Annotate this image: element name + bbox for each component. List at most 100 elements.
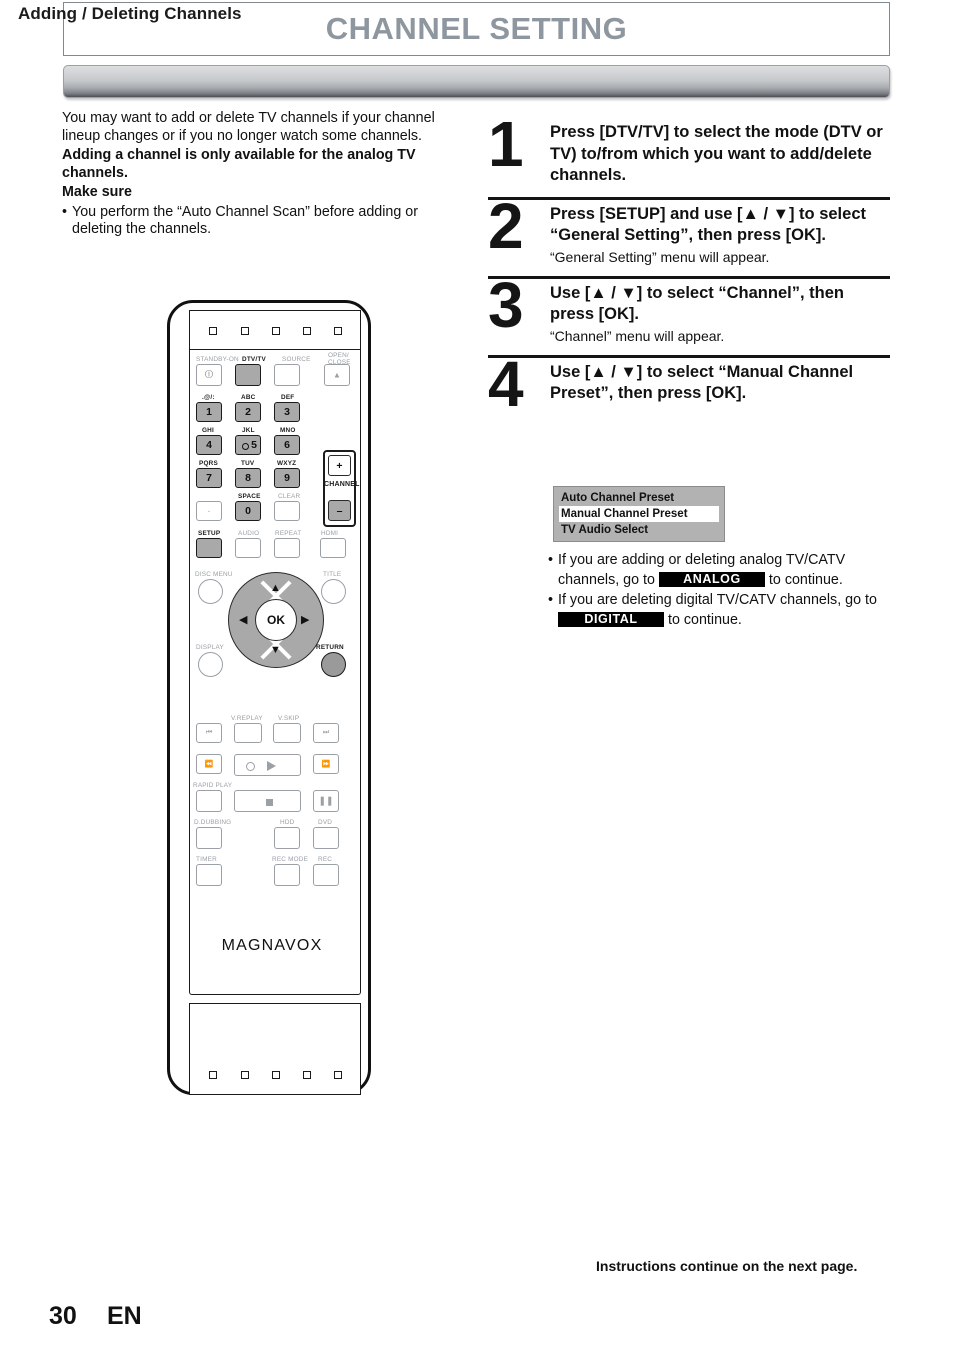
bullet-dot: •	[62, 203, 68, 220]
digital-bullet: • If you are deleting digital TV/CATV ch…	[548, 591, 898, 630]
osd-row-auto-channel-preset: Auto Channel Preset	[561, 492, 675, 504]
open-close-button[interactable]: ▲	[324, 364, 350, 386]
key-7-digit: 7	[206, 472, 212, 484]
key-5-digit: 5	[251, 439, 257, 451]
play-button[interactable]	[234, 754, 301, 776]
section-header-bar	[63, 65, 890, 98]
key-7-sublabel: PQRS	[199, 460, 218, 467]
key-dot-glyph: ·	[207, 505, 211, 517]
cursor-right-icon[interactable]: ▶	[301, 615, 309, 626]
return-button[interactable]	[321, 652, 346, 677]
analog-tag: ANALOG	[658, 571, 765, 587]
key-2-button[interactable]: 2	[235, 402, 261, 422]
key-3-button[interactable]: 3	[274, 402, 300, 422]
key-1-button[interactable]: 1	[196, 402, 222, 422]
fast-forward-icon: ⏩	[321, 761, 331, 768]
channel-label: CHANNEL	[324, 481, 360, 488]
key-5-button[interactable]: 5	[235, 435, 261, 455]
make-sure-bullet: • You perform the “Auto Channel Scan” be…	[62, 204, 462, 239]
top-indicator-1	[209, 327, 217, 335]
prev-track-button[interactable]: ⏮	[196, 723, 222, 743]
key-8-button[interactable]: 8	[235, 468, 261, 488]
bottom-indicator-4	[303, 1071, 311, 1079]
bottom-indicator-1	[209, 1071, 217, 1079]
digital-bullet-pre: If you are deleting digital TV/CATV chan…	[558, 592, 877, 608]
rec-mode-button[interactable]	[274, 864, 300, 886]
disc-menu-button[interactable]	[198, 579, 223, 604]
mode-bullets: • If you are adding or deleting analog T…	[548, 550, 898, 630]
key-9-button[interactable]: 9	[274, 468, 300, 488]
key-4-button[interactable]: 4	[196, 435, 222, 455]
page-number: 30	[49, 1302, 77, 1330]
cursor-down-icon[interactable]: ▼	[270, 645, 281, 656]
open-close-label-line1: OPEN/	[328, 352, 349, 359]
pause-button[interactable]: ❚❚	[313, 790, 339, 812]
top-indicator-3	[272, 327, 280, 335]
stop-button[interactable]	[234, 790, 301, 812]
hdmi-label: HDMI	[321, 530, 339, 537]
cursor-up-icon[interactable]: ▲	[270, 583, 281, 594]
title-label: TITLE	[323, 571, 342, 578]
step-1-number: 1	[488, 108, 524, 180]
repeat-button[interactable]	[274, 538, 300, 558]
v-skip-button[interactable]	[273, 723, 301, 743]
key-6-button[interactable]: 6	[274, 435, 300, 455]
bottom-indicator-2	[241, 1071, 249, 1079]
dtv-tv-label: DTV/TV	[242, 356, 266, 363]
hdd-button[interactable]	[274, 827, 300, 849]
step-3-heading: Use [▲ / ▼] to select “Channel”, then pr…	[550, 283, 844, 324]
rapid-play-label: RAPID PLAY	[193, 782, 233, 789]
standby-on-button[interactable]: ⏼	[196, 364, 222, 386]
rapid-play-button[interactable]	[196, 790, 222, 812]
timer-button[interactable]	[196, 864, 222, 886]
key-8-sublabel: TUV	[241, 460, 255, 467]
remote-control-illustration: STANDBY-ON DTV/TV SOURCE OPEN/ CLOSE ⏼ ▲…	[165, 296, 377, 1101]
audio-button[interactable]	[235, 538, 261, 558]
rec-mode-label: REC MODE	[272, 856, 309, 863]
stop-icon	[266, 799, 273, 806]
key-2-sublabel: ABC	[241, 394, 256, 401]
cursor-left-icon[interactable]: ◀	[239, 615, 247, 626]
display-button[interactable]	[198, 652, 223, 677]
title-button[interactable]	[321, 579, 346, 604]
key-0-button[interactable]: 0	[235, 501, 261, 521]
step-1-heading: Press [DTV/TV] to select the mode (DTV o…	[550, 123, 883, 184]
channel-down-button[interactable]: –	[328, 500, 351, 521]
rec-button[interactable]	[313, 864, 339, 886]
hdmi-button[interactable]	[320, 538, 346, 558]
channel-up-button[interactable]: +	[328, 455, 351, 476]
bullet-dot: •	[548, 592, 554, 608]
step-3-note: “Channel” menu will appear.	[550, 327, 725, 344]
key-4-digit: 4	[206, 439, 212, 451]
rewind-button[interactable]: ⏪	[196, 754, 222, 774]
key-dot-button[interactable]: ·	[196, 501, 222, 521]
key-6-digit: 6	[284, 439, 290, 451]
step-3-number: 3	[488, 268, 524, 341]
key-9-digit: 9	[284, 472, 290, 484]
skip-back-icon: ⏮	[205, 729, 213, 736]
source-label: SOURCE	[282, 356, 311, 363]
setup-button[interactable]	[196, 538, 222, 558]
source-button[interactable]	[274, 364, 300, 386]
intro-column: You may want to add or delete TV channel…	[62, 110, 462, 239]
play-icon	[267, 761, 276, 771]
v-replay-button[interactable]	[234, 723, 262, 743]
step-3: 3 Use [▲ / ▼] to select “Channel”, then …	[488, 268, 890, 355]
standby-on-label: STANDBY-ON	[196, 356, 239, 363]
display-label: DISPLAY	[196, 644, 224, 651]
d-dubbing-button[interactable]	[196, 827, 222, 849]
cursor-pad: OK ▲ ▼ ◀ ▶	[228, 572, 324, 668]
fast-forward-button[interactable]: ⏩	[313, 754, 339, 774]
next-track-button[interactable]: ⏭	[313, 723, 339, 743]
bullet-dot: •	[548, 552, 554, 568]
digital-bullet-post: to continue.	[664, 611, 742, 628]
clear-button[interactable]	[274, 501, 300, 521]
key-6-sublabel: MNO	[280, 427, 296, 434]
d-dubbing-label: D.DUBBING	[194, 819, 232, 826]
dvd-button[interactable]	[313, 827, 339, 849]
remote-body: STANDBY-ON DTV/TV SOURCE OPEN/ CLOSE ⏼ ▲…	[167, 300, 371, 1095]
page-language: EN	[107, 1302, 142, 1330]
key-7-button[interactable]: 7	[196, 468, 222, 488]
dtv-tv-button[interactable]	[235, 364, 261, 386]
key-4-sublabel: GHI	[202, 427, 214, 434]
